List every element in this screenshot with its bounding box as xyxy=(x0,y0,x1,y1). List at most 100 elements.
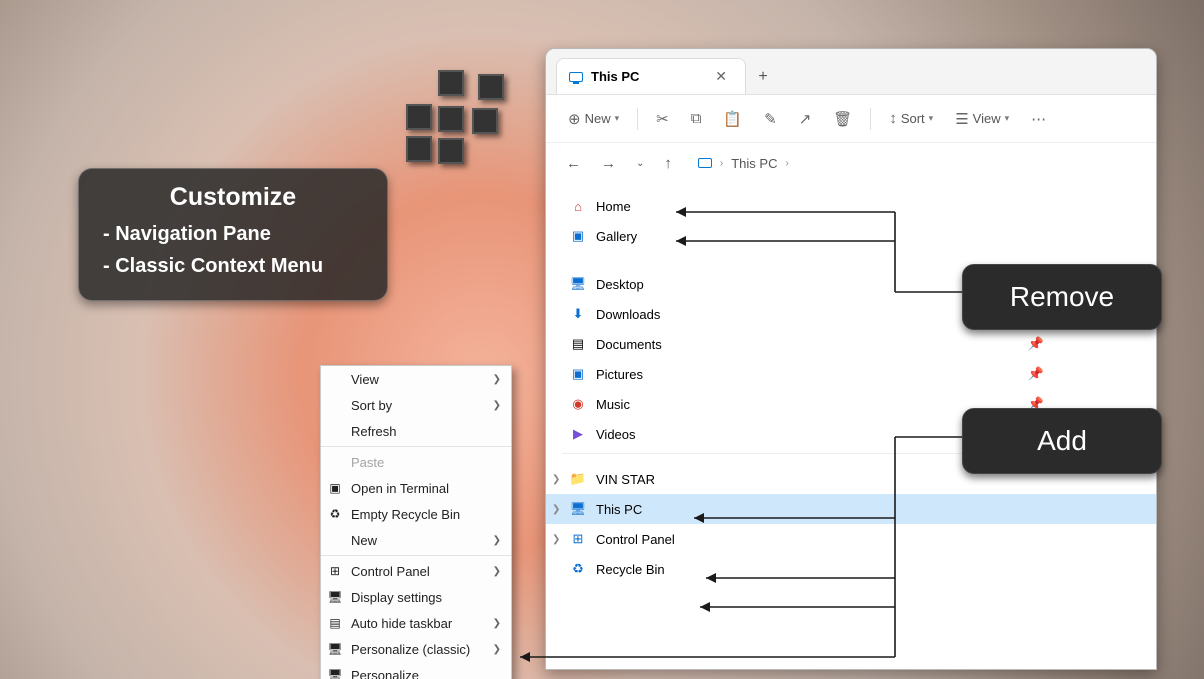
chevron-right-icon: ❯ xyxy=(493,618,501,629)
pin-icon: 📌 xyxy=(1028,366,1044,382)
context-item-label: Refresh xyxy=(351,424,397,439)
context-item-personalize[interactable]: 🖥Personalize xyxy=(321,662,511,679)
forward-button[interactable]: → xyxy=(597,151,620,176)
customize-item-0: - Navigation Pane xyxy=(103,218,363,250)
toolbar: ⊕ New ▾ ✂ ⧉ 📋 ✎ ↗ 🗑 ↕ Sort ▾ ☰ View ▾ ⋯ xyxy=(546,95,1156,143)
back-button[interactable]: ← xyxy=(562,151,585,176)
tab-title: This PC xyxy=(591,69,639,84)
home-icon: ⌂ xyxy=(570,198,586,214)
view-icon xyxy=(327,371,343,387)
customize-item-1: - Classic Context Menu xyxy=(103,250,363,282)
paste-icon xyxy=(327,454,343,470)
nav-item-label: Documents xyxy=(596,337,662,352)
refresh-icon xyxy=(327,423,343,439)
delete-button[interactable]: 🗑 xyxy=(825,104,860,134)
context-item-label: Auto hide taskbar xyxy=(351,616,452,631)
view-button[interactable]: ☰ View ▾ xyxy=(947,104,1017,134)
chevron-right-icon[interactable]: ❯ xyxy=(552,534,560,545)
new-tab-button[interactable]: + xyxy=(746,60,780,94)
more-icon: ⋯ xyxy=(1031,110,1046,128)
nav-item-this-pc[interactable]: ❯🖥This PC xyxy=(546,494,1156,524)
open-in-terminal-icon: ▣ xyxy=(327,480,343,496)
nav-item-label: Videos xyxy=(596,427,636,442)
sort-icon: ↕ xyxy=(889,110,897,127)
nav-row: ← → ⌄ ↑ › This PC › xyxy=(546,143,1156,183)
up-button[interactable]: ↑ xyxy=(660,151,676,176)
copy-icon: ⧉ xyxy=(691,110,702,127)
nav-item-label: Desktop xyxy=(596,277,644,292)
plus-icon: ⊕ xyxy=(568,110,581,128)
context-item-label: Display settings xyxy=(351,590,442,605)
add-badge: Add xyxy=(962,408,1162,474)
context-item-label: Sort by xyxy=(351,398,392,413)
desktop-icon: 🖥 xyxy=(570,276,586,292)
nav-item-label: Music xyxy=(596,397,630,412)
downloads-icon: ⬇ xyxy=(570,306,586,322)
context-item-label: View xyxy=(351,372,379,387)
customize-callout: Customize - Navigation Pane - Classic Co… xyxy=(78,168,388,301)
tab-this-pc[interactable]: This PC ✕ xyxy=(556,58,746,94)
nav-item-pictures[interactable]: ▣ Pictures 📌 xyxy=(546,359,1156,389)
nav-item-label: Downloads xyxy=(596,307,660,322)
this-pc-icon: 🖥 xyxy=(570,501,586,517)
context-item-sort-by[interactable]: Sort by❯ xyxy=(321,392,511,418)
chevron-down-icon: ▾ xyxy=(615,113,620,124)
context-item-display-settings[interactable]: 🖥Display settings xyxy=(321,584,511,610)
nav-item-documents[interactable]: ▤Documents📌 xyxy=(546,329,1156,359)
copy-button[interactable]: ⧉ xyxy=(683,104,710,133)
documents-icon: ▤ xyxy=(570,336,586,352)
breadcrumb[interactable]: › This PC › xyxy=(698,156,789,171)
cut-icon: ✂ xyxy=(656,110,669,128)
rename-icon: ✎ xyxy=(764,110,777,128)
nav-item-recycle-bin[interactable]: ♻Recycle Bin xyxy=(546,554,1156,584)
remove-badge: Remove xyxy=(962,264,1162,330)
chevron-right-icon[interactable]: ❯ xyxy=(552,504,560,515)
vin-star-icon: 📁 xyxy=(570,471,586,487)
navigation-pane: ⌂Home▣Gallery 🖥Desktop📌⬇Downloads📌▤Docum… xyxy=(546,183,1156,592)
context-item-control-panel[interactable]: ⊞Control Panel❯ xyxy=(321,558,511,584)
nav-item-label: Home xyxy=(596,199,631,214)
control-panel-icon: ⊞ xyxy=(327,563,343,579)
customize-title: Customize xyxy=(103,183,363,212)
chevron-right-icon: ❯ xyxy=(493,535,501,546)
chevron-right-icon[interactable]: ❯ xyxy=(552,474,560,485)
nav-item-label: Recycle Bin xyxy=(596,562,665,577)
empty-recycle-bin-icon: ♻ xyxy=(327,506,343,522)
nav-item-gallery[interactable]: ▣Gallery xyxy=(546,221,1156,251)
context-item-personalize-classic-[interactable]: 🖥Personalize (classic)❯ xyxy=(321,636,511,662)
chevron-right-icon: ❯ xyxy=(493,644,501,655)
rename-button[interactable]: ✎ xyxy=(756,104,785,134)
context-item-open-in-terminal[interactable]: ▣Open in Terminal xyxy=(321,475,511,501)
context-item-auto-hide-taskbar[interactable]: ▤ Auto hide taskbar ❯ xyxy=(321,610,511,636)
nav-item-label: VIN STAR xyxy=(596,472,655,487)
context-item-empty-recycle-bin[interactable]: ♻Empty Recycle Bin xyxy=(321,501,511,527)
decorative-blocks xyxy=(398,70,518,180)
recent-button[interactable]: ⌄ xyxy=(632,154,648,173)
titlebar: This PC ✕ + xyxy=(546,49,1156,95)
pictures-icon: ▣ xyxy=(570,366,586,382)
nav-item-control-panel[interactable]: ❯⊞Control Panel xyxy=(546,524,1156,554)
context-item-new[interactable]: New❯ xyxy=(321,527,511,553)
auto-hide-taskbar-icon: ▤ xyxy=(327,615,343,631)
share-button[interactable]: ↗ xyxy=(791,104,820,134)
chevron-down-icon: ▾ xyxy=(1005,113,1010,124)
nav-item-home[interactable]: ⌂ Home xyxy=(546,191,1156,221)
monitor-icon xyxy=(698,158,712,168)
new-button[interactable]: ⊕ New ▾ xyxy=(560,104,627,134)
context-item-paste: Paste xyxy=(321,449,511,475)
sort-button[interactable]: ↕ Sort ▾ xyxy=(881,104,941,133)
context-item-view[interactable]: View❯ xyxy=(321,366,511,392)
monitor-icon xyxy=(569,72,583,82)
view-icon: ☰ xyxy=(955,110,968,128)
more-button[interactable]: ⋯ xyxy=(1023,104,1054,134)
videos-icon: ▶ xyxy=(570,426,586,442)
explorer-window: This PC ✕ + ⊕ New ▾ ✂ ⧉ 📋 ✎ ↗ 🗑 ↕ Sort ▾… xyxy=(545,48,1157,670)
music-icon: ◉ xyxy=(570,396,586,412)
personalize-classic--icon: 🖥 xyxy=(327,641,343,657)
close-tab-button[interactable]: ✕ xyxy=(709,66,733,87)
nav-item-label: Pictures xyxy=(596,367,643,382)
cut-button[interactable]: ✂ xyxy=(648,104,677,134)
gallery-icon: ▣ xyxy=(570,228,586,244)
context-item-refresh[interactable]: Refresh xyxy=(321,418,511,444)
paste-button[interactable]: 📋 xyxy=(715,104,750,134)
